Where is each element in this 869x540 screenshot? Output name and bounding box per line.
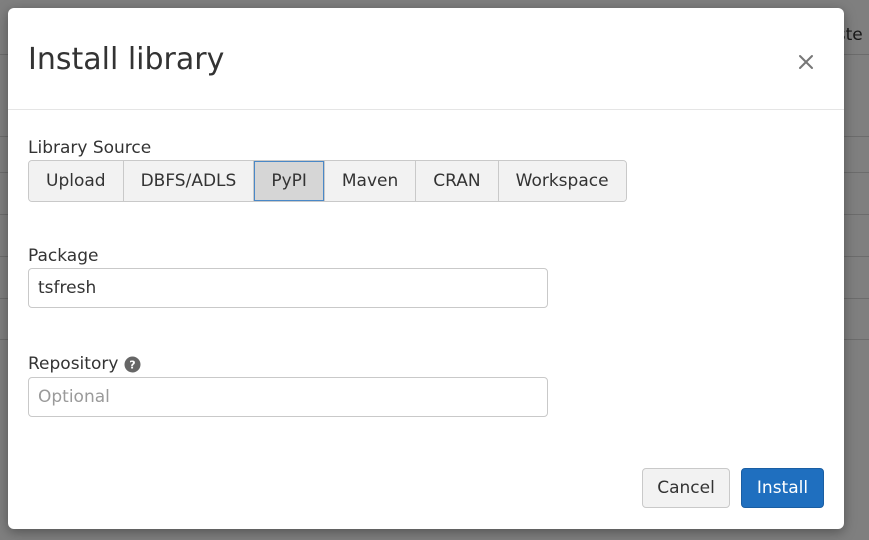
install-button[interactable]: Install: [741, 468, 824, 508]
close-icon: [799, 55, 813, 69]
modal-header: Install library: [8, 8, 844, 110]
cancel-button[interactable]: Cancel: [642, 468, 730, 508]
repository-input[interactable]: [28, 377, 548, 417]
library-source-selector: Upload DBFS/ADLS PyPI Maven CRAN Workspa…: [28, 160, 627, 202]
repository-label: Repository: [28, 354, 119, 374]
repository-label-row: Repository ?: [28, 353, 141, 375]
svg-text:?: ?: [130, 358, 136, 371]
source-option-cran[interactable]: CRAN: [416, 161, 499, 201]
source-option-pypi[interactable]: PyPI: [254, 161, 325, 201]
source-option-upload[interactable]: Upload: [29, 161, 124, 201]
package-label: Package: [28, 246, 99, 266]
library-source-label: Library Source: [28, 138, 152, 158]
modal-title: Install library: [28, 42, 225, 77]
source-option-maven[interactable]: Maven: [324, 161, 417, 201]
close-button[interactable]: [796, 52, 816, 72]
install-library-dialog: Install library Library Source Upload DB…: [8, 8, 844, 529]
source-option-dbfs-adls[interactable]: DBFS/ADLS: [123, 161, 255, 201]
package-input[interactable]: [28, 268, 548, 308]
source-option-workspace[interactable]: Workspace: [498, 161, 626, 201]
question-circle-icon[interactable]: ?: [124, 356, 141, 373]
